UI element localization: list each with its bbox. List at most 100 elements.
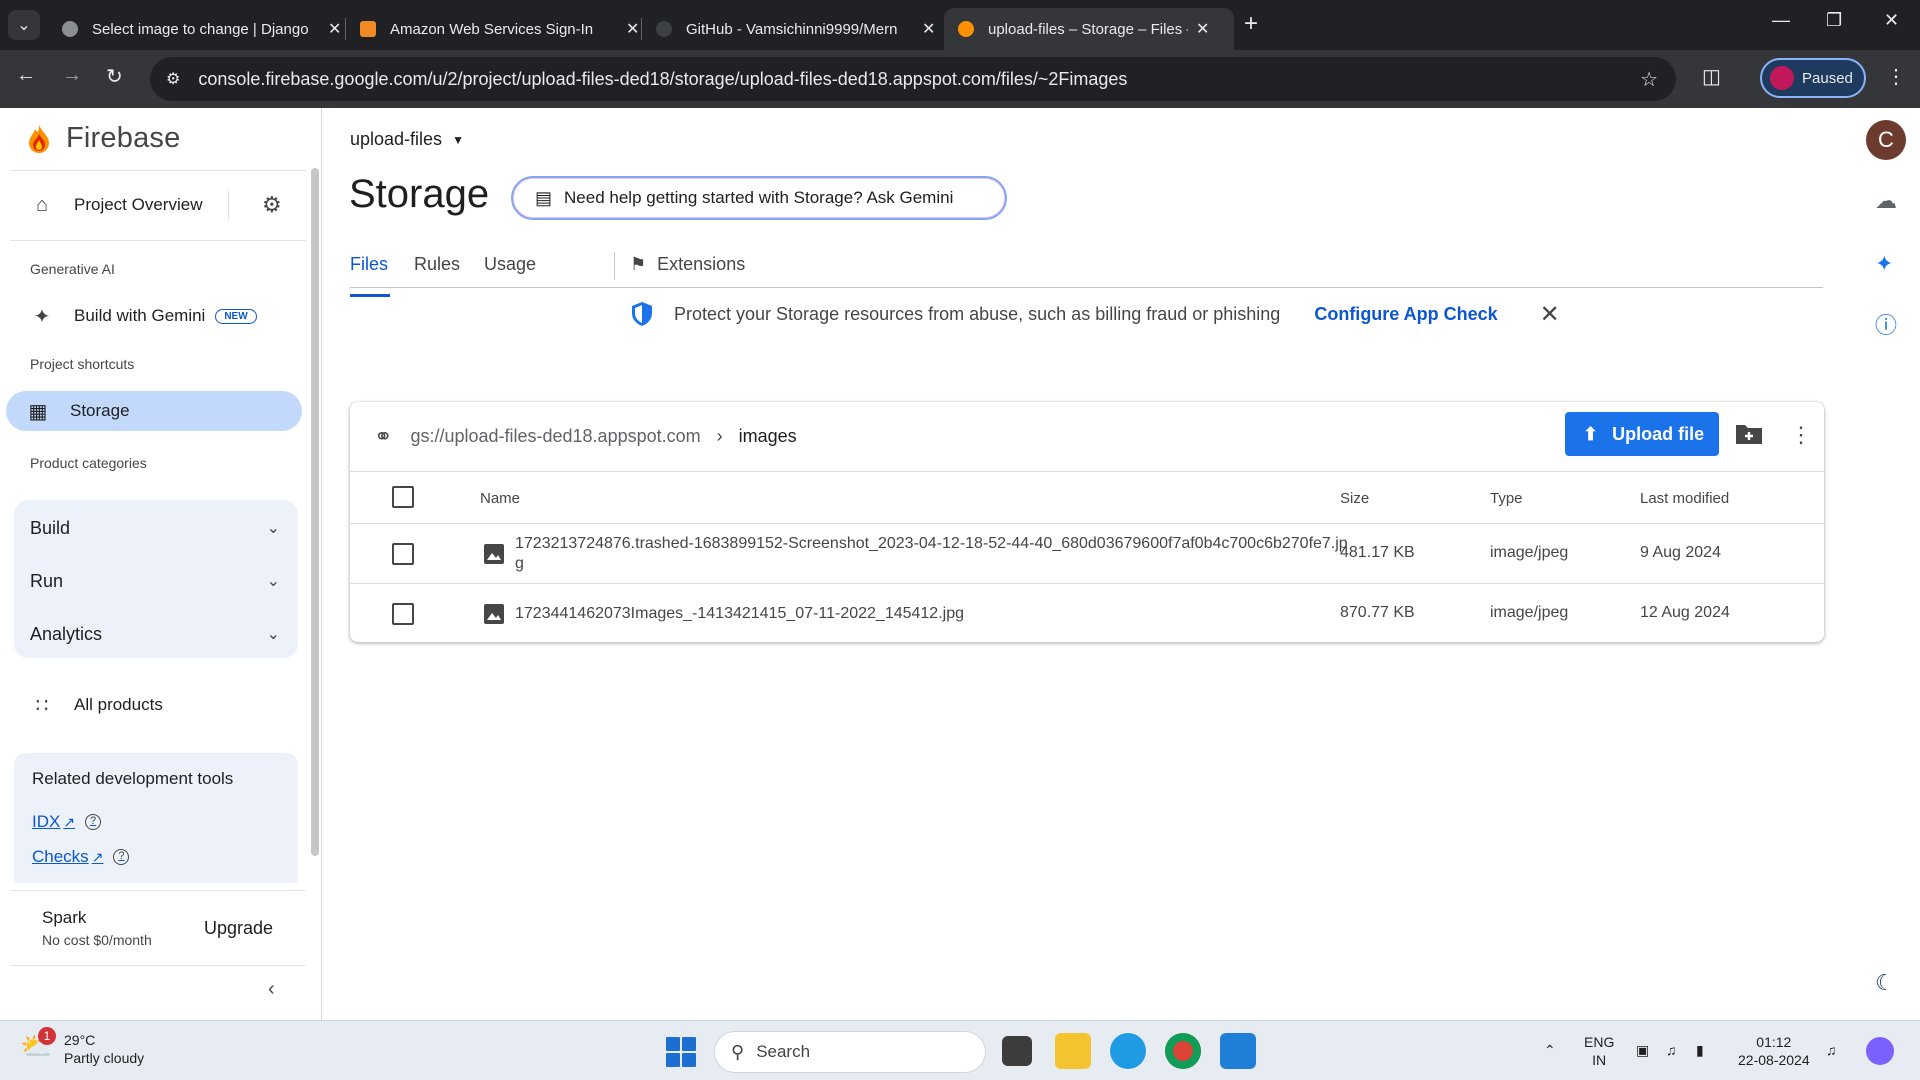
- minimize-icon[interactable]: —: [1772, 10, 1790, 31]
- date: 22-08-2024: [1738, 1052, 1810, 1068]
- link-icon[interactable]: ⚭: [374, 424, 392, 450]
- tab-usage[interactable]: Usage: [484, 254, 536, 275]
- dark-mode-icon[interactable]: ☾: [1875, 970, 1895, 996]
- back-icon[interactable]: ←: [16, 64, 36, 87]
- active-tab-indicator: [350, 294, 390, 297]
- clock[interactable]: 01:12 22-08-2024: [1738, 1033, 1810, 1069]
- reload-icon[interactable]: ↻: [106, 64, 123, 89]
- chat-icon: ▤: [535, 187, 553, 208]
- category-analytics[interactable]: Analytics ⌄: [14, 608, 298, 660]
- browser-menu-icon[interactable]: ⋮: [1886, 64, 1906, 89]
- storage-tabs: Files Rules Usage ⚑ Extensions: [350, 244, 1823, 297]
- language-code: ENG: [1584, 1034, 1615, 1050]
- collapse-sidebar-icon[interactable]: ‹: [268, 978, 275, 1001]
- account-avatar[interactable]: C: [1866, 120, 1906, 160]
- browser-tab-aws[interactable]: Amazon Web Services Sign-In ✕: [346, 8, 653, 50]
- learning-icon[interactable]: ☁: [1875, 188, 1897, 214]
- os-taskbar: ⛅ 1 29°C Partly cloudy ⚲ Search ⌃ ENG IN…: [0, 1020, 1920, 1080]
- copilot-icon[interactable]: [1866, 1037, 1894, 1065]
- gemini-sparkle-icon[interactable]: ✦: [1875, 251, 1893, 277]
- region-code: IN: [1592, 1052, 1607, 1068]
- tab-title: Amazon Web Services Sign-In: [390, 20, 594, 38]
- upload-file-button[interactable]: ⬆ Upload file: [1565, 412, 1719, 456]
- path-bar: ⚭ gs://upload-files-ded18.appspot.com › …: [350, 402, 1824, 472]
- new-tab-button[interactable]: +: [1244, 10, 1258, 38]
- address-bar[interactable]: ⚙ console.firebase.google.com/u/2/projec…: [150, 57, 1676, 101]
- upgrade-button[interactable]: Upgrade: [204, 918, 273, 939]
- column-header-type[interactable]: Type: [1490, 490, 1523, 507]
- close-tab-icon[interactable]: ✕: [1196, 19, 1209, 39]
- help-icon[interactable]: ?: [113, 849, 130, 865]
- weather-widget[interactable]: ⛅ 1 29°C Partly cloudy: [20, 1027, 144, 1067]
- tab-files[interactable]: Files: [350, 254, 390, 297]
- project-selector[interactable]: upload-files ▼: [350, 129, 464, 150]
- close-window-icon[interactable]: ✕: [1884, 10, 1899, 31]
- gear-icon[interactable]: ⚙: [262, 192, 282, 218]
- table-row[interactable]: 1723213724876.trashed-1683899152-Screens…: [350, 524, 1824, 584]
- select-all-checkbox[interactable]: [392, 486, 414, 508]
- profile-button[interactable]: Paused: [1760, 58, 1866, 98]
- restore-icon[interactable]: ❐: [1826, 10, 1842, 31]
- browser-toolbar: ← → ↻ ⚙ console.firebase.google.com/u/2/…: [0, 50, 1920, 108]
- upload-label: Upload file: [1612, 423, 1705, 444]
- more-options-icon[interactable]: ⋮: [1790, 422, 1812, 448]
- idx-link[interactable]: IDX ↗ ?: [32, 812, 102, 832]
- main-content: upload-files ▼ Storage ▤ Need help getti…: [323, 108, 1853, 1020]
- create-folder-icon[interactable]: [1735, 422, 1763, 446]
- checks-link[interactable]: Checks ↗ ?: [32, 847, 130, 867]
- close-tab-icon[interactable]: ✕: [626, 19, 639, 39]
- file-name[interactable]: 1723441462073Images_-1413421415_07-11-20…: [515, 604, 1350, 624]
- tab-rules[interactable]: Rules: [414, 254, 460, 275]
- sidebar-scrollbar[interactable]: [311, 168, 319, 856]
- bookmark-star-icon[interactable]: ☆: [1640, 67, 1658, 92]
- chrome-icon[interactable]: [1165, 1033, 1201, 1069]
- forward-icon[interactable]: →: [62, 64, 82, 87]
- show-hidden-icons[interactable]: ⌃: [1544, 1041, 1556, 1059]
- network-icon[interactable]: ▣: [1636, 1041, 1649, 1059]
- extensions-icon[interactable]: ◫: [1702, 64, 1721, 89]
- new-badge: NEW: [215, 308, 257, 324]
- tab-search-button[interactable]: ⌄: [8, 10, 40, 40]
- browser-tab-django[interactable]: Select image to change | Django ✕: [48, 8, 355, 50]
- help-icon[interactable]: ⓘ: [1875, 308, 1897, 340]
- tab-extensions[interactable]: ⚑ Extensions: [630, 254, 745, 275]
- sidebar-item-storage[interactable]: ▦ Storage: [6, 391, 302, 431]
- table-row[interactable]: 1723441462073Images_-1413421415_07-11-20…: [350, 584, 1824, 644]
- category-run[interactable]: Run ⌄: [14, 555, 298, 607]
- aws-icon: [360, 21, 376, 37]
- notifications-bell-icon[interactable]: ♫: [1826, 1041, 1837, 1059]
- language-indicator[interactable]: ENG IN: [1584, 1033, 1614, 1069]
- sidebar-item-label: Storage: [70, 401, 130, 420]
- bucket-path[interactable]: gs://upload-files-ded18.appspot.com: [410, 426, 700, 447]
- row-checkbox[interactable]: [392, 543, 414, 565]
- sidebar-item-all-products[interactable]: ∷ All products: [10, 685, 306, 725]
- category-build[interactable]: Build ⌄: [14, 502, 298, 554]
- task-view-icon[interactable]: [1002, 1036, 1032, 1066]
- dismiss-banner-icon[interactable]: ✕: [1540, 300, 1560, 329]
- help-icon[interactable]: ?: [85, 814, 102, 830]
- section-label: Generative AI: [30, 261, 115, 277]
- sidebar-item-project-overview[interactable]: ⌂ Project Overview ⚙: [10, 185, 306, 225]
- browser-tab-github[interactable]: GitHub - Vamsichinni9999/Mern ✕: [642, 8, 949, 50]
- volume-icon[interactable]: ♫: [1666, 1041, 1677, 1059]
- browser-tab-firebase[interactable]: upload-files – Storage – Files – Fi ✕: [944, 8, 1234, 50]
- battery-icon[interactable]: ▮: [1696, 1041, 1704, 1059]
- url-text[interactable]: console.firebase.google.com/u/2/project/…: [198, 69, 1127, 90]
- file-explorer-icon[interactable]: [1055, 1033, 1091, 1069]
- close-tab-icon[interactable]: ✕: [328, 19, 341, 39]
- sidebar-item-build-with-gemini[interactable]: ✦ Build with Gemini NEW: [10, 296, 306, 336]
- close-tab-icon[interactable]: ✕: [922, 19, 935, 39]
- column-header-size[interactable]: Size: [1340, 490, 1369, 507]
- windows-start-icon[interactable]: [666, 1037, 696, 1067]
- edge-icon[interactable]: [1110, 1033, 1146, 1069]
- site-info-icon[interactable]: ⚙: [166, 69, 180, 89]
- file-name[interactable]: 1723213724876.trashed-1683899152-Screens…: [515, 534, 1350, 574]
- taskbar-search[interactable]: ⚲ Search: [714, 1031, 986, 1073]
- row-checkbox[interactable]: [392, 603, 414, 625]
- configure-app-check-link[interactable]: Configure App Check: [1314, 304, 1497, 325]
- column-header-last-modified[interactable]: Last modified: [1640, 490, 1729, 507]
- column-header-name[interactable]: Name: [480, 490, 520, 507]
- ask-gemini-button[interactable]: ▤ Need help getting started with Storage…: [511, 176, 1007, 220]
- firebase-logo[interactable]: Firebase: [28, 122, 180, 155]
- vscode-icon[interactable]: [1220, 1033, 1256, 1069]
